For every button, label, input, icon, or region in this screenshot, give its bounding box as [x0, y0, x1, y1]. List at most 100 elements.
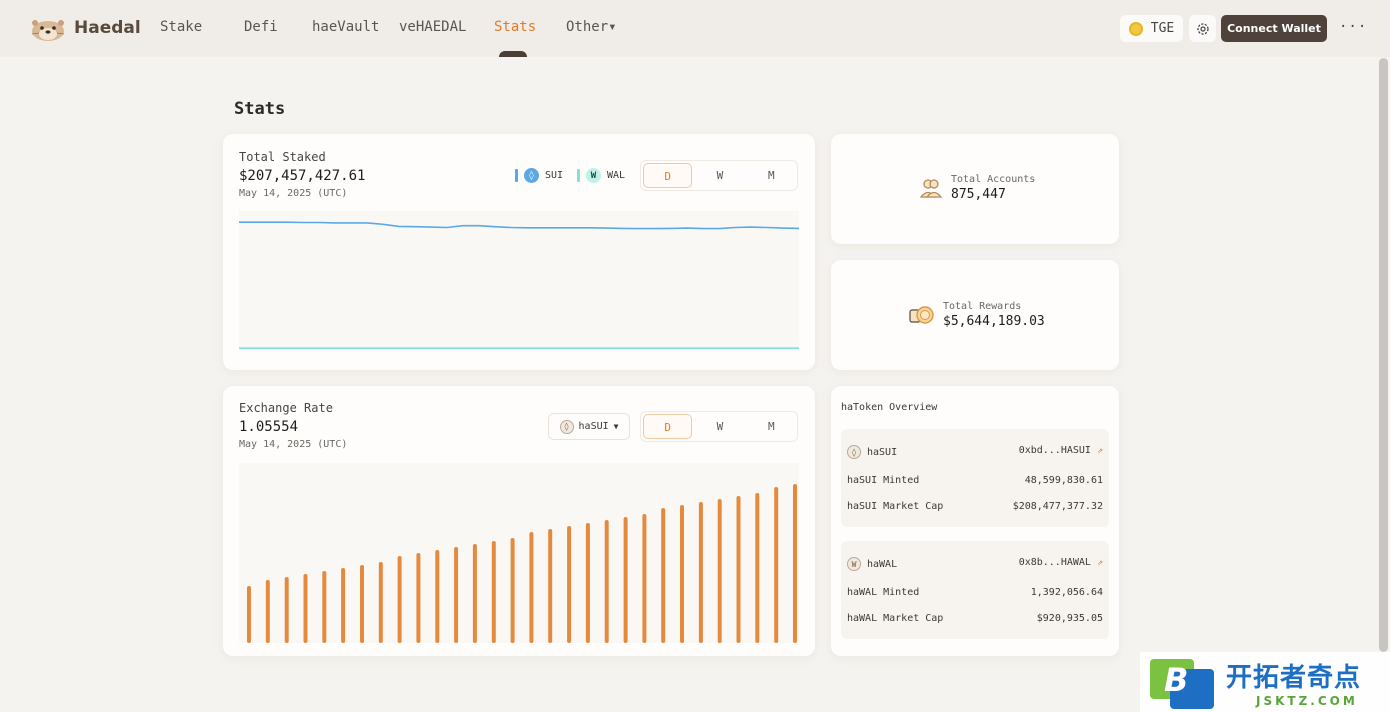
period-month-button[interactable]: M [748, 163, 795, 188]
bar-6 [360, 565, 364, 643]
connect-wallet-button[interactable]: Connect Wallet [1221, 15, 1327, 42]
hawal-minted-value: 1,392,056.64 [1030, 587, 1103, 598]
period-month-button[interactable]: M [748, 414, 795, 439]
token-select[interactable]: ◊ haSUI ▼ [548, 413, 630, 440]
bar-15 [529, 532, 534, 643]
settings-button[interactable] [1189, 15, 1216, 42]
top-nav: Haedal Stake Defi haeVault veHAEDAL Stat… [0, 0, 1390, 57]
bar-9 [416, 553, 421, 643]
legend-wal[interactable]: W WAL [577, 168, 625, 183]
hasui-address: 0xbd...HASUI [1018, 445, 1091, 456]
bar-8 [397, 556, 402, 643]
bar-20 [623, 517, 628, 643]
total-accounts-card: Total Accounts 875,447 [831, 134, 1119, 244]
bar-29 [793, 484, 797, 643]
exchange-rate-bar-chart[interactable] [239, 463, 799, 643]
legend-wal-label: WAL [607, 170, 626, 181]
total-staked-value: $207,457,427.61 [239, 168, 366, 184]
hatoken-overview-card: haToken Overview ◊ haSUI 0xbd...HASUI ⇗ … [831, 386, 1119, 656]
hawal-minted-row: haWAL Minted 1,392,056.64 [847, 587, 1103, 598]
hawal-header-row: W haWAL 0x8b...HAWAL ⇗ [847, 557, 1103, 571]
hasui-address-link[interactable]: 0xbd...HASUI ⇗ [1019, 445, 1103, 459]
period-day-button[interactable]: D [643, 414, 693, 439]
bar-24 [698, 502, 703, 643]
hasui-minted-value: 48,599,830.61 [1024, 475, 1103, 486]
hasui-icon: ◊ [559, 419, 574, 434]
bar-16 [548, 529, 553, 643]
watermark-en: JSKTZ.COM [1256, 693, 1358, 708]
bar-28 [774, 487, 779, 643]
bar-3 [303, 574, 308, 643]
page-scrollbar[interactable] [1379, 58, 1388, 652]
period-week-button[interactable]: W [696, 414, 743, 439]
brand-logo[interactable]: Haedal [30, 14, 141, 42]
bar-27 [755, 493, 760, 643]
watermark: B 开拓者奇点 JSKTZ.COM [1140, 652, 1390, 712]
total-rewards-value: $5,644,189.03 [943, 314, 1045, 329]
tge-label: TGE [1150, 21, 1175, 36]
hasui-minted-row: haSUI Minted 48,599,830.61 [847, 475, 1103, 486]
total-staked-card: Total Staked $207,457,427.61 May 14, 202… [223, 134, 815, 370]
tge-button[interactable]: TGE [1120, 15, 1183, 42]
hawal-token-box: W haWAL 0x8b...HAWAL ⇗ haWAL Minted 1,39… [841, 541, 1109, 639]
hawal-cap-label: haWAL Market Cap [847, 613, 944, 624]
token-select-value: haSUI [578, 421, 609, 432]
bar-22 [661, 508, 666, 643]
hawal-minted-label: haWAL Minted [847, 587, 920, 598]
total-staked-period-toggle: D W M [640, 160, 798, 191]
legend-sui-label: SUI [545, 170, 564, 181]
users-icon [919, 179, 943, 198]
nav-stats[interactable]: Stats [494, 19, 536, 35]
period-day-button[interactable]: D [643, 163, 693, 188]
total-accounts-value: 875,447 [951, 187, 1006, 202]
total-accounts-label: Total Accounts [951, 174, 1036, 185]
exchange-rate-period-toggle: D W M [640, 411, 798, 442]
total-staked-line-chart[interactable] [239, 211, 799, 351]
bar-5 [341, 568, 346, 643]
bar-25 [717, 499, 722, 643]
watermark-logo: B [1150, 655, 1214, 709]
overview-title: haToken Overview [841, 402, 938, 413]
bar-2 [284, 577, 289, 643]
otter-logo-icon [31, 20, 65, 41]
bar-11 [454, 547, 459, 643]
nav-vehaedal[interactable]: veHAEDAL [399, 19, 466, 35]
bar-10 [435, 550, 440, 643]
series-line-sui [239, 221, 799, 230]
coins-icon [909, 306, 934, 324]
nav-stake[interactable]: Stake [160, 19, 202, 35]
hawal-address-link[interactable]: 0x8b...HAWAL ⇗ [1019, 557, 1103, 571]
wal-color-swatch [577, 169, 580, 182]
watermark-cn: 开拓者奇点 [1226, 662, 1362, 693]
bar-19 [604, 520, 609, 643]
nav-other[interactable]: Other▾ [566, 19, 617, 35]
sui-icon: ◊ [524, 168, 539, 183]
total-staked-label: Total Staked [239, 150, 326, 164]
bar-1 [265, 580, 270, 643]
hawal-cap-value: $920,935.05 [1036, 613, 1103, 624]
total-rewards-card: Total Rewards $5,644,189.03 [831, 260, 1119, 370]
sui-color-swatch [515, 169, 518, 182]
external-link-icon: ⇗ [1096, 445, 1103, 456]
period-week-button[interactable]: W [696, 163, 743, 188]
hasui-name: haSUI [867, 446, 898, 458]
bar-13 [491, 541, 496, 643]
hasui-token-box: ◊ haSUI 0xbd...HASUI ⇗ haSUI Minted 48,5… [841, 429, 1109, 527]
exchange-rate-label: Exchange Rate [239, 401, 333, 415]
bar-12 [472, 544, 477, 643]
legend-sui[interactable]: ◊ SUI [515, 168, 563, 183]
more-menu-icon[interactable]: ··· [1339, 19, 1367, 35]
bar-4 [322, 571, 327, 643]
total-accounts-stat: Total Accounts 875,447 [919, 174, 1035, 202]
nav-haevault[interactable]: haeVault [312, 19, 379, 35]
hasui-cap-label: haSUI Market Cap [847, 501, 944, 512]
total-staked-date: May 14, 2025 (UTC) [239, 188, 348, 199]
hasui-minted-label: haSUI Minted [847, 475, 920, 486]
gear-icon [1196, 22, 1209, 35]
bar-14 [510, 538, 515, 643]
nav-defi[interactable]: Defi [244, 19, 278, 35]
bar-18 [585, 523, 590, 643]
external-link-icon: ⇗ [1096, 557, 1103, 568]
bar-21 [642, 514, 647, 643]
bar-0 [247, 586, 251, 643]
